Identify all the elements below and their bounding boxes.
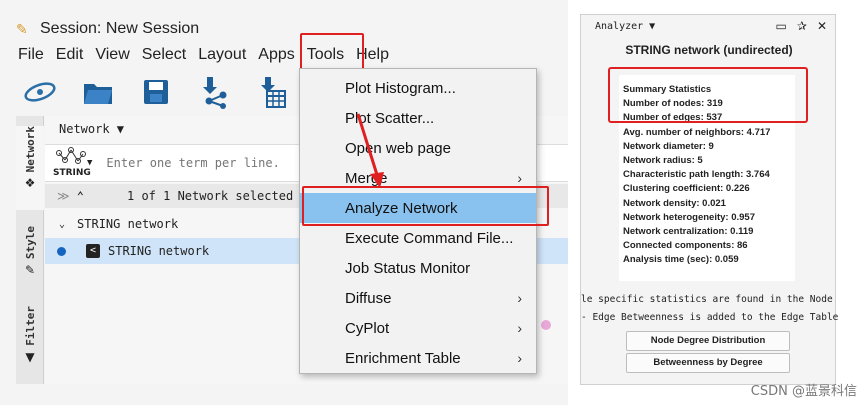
menu-item-label: Execute Command File...: [345, 229, 514, 247]
side-tab-strip: Network ❖ Style ✎ Filter ▼: [16, 116, 44, 384]
network-panel-header[interactable]: Network ▼: [59, 122, 124, 136]
network-label: STRING network: [108, 244, 210, 258]
menu-select[interactable]: Select: [136, 44, 192, 68]
watermark: CSDN @蓝景科信: [750, 384, 857, 399]
menu-bar: File Edit View Select Layout Apps Tools …: [0, 33, 568, 76]
tab-filter-label: Filter: [23, 306, 37, 346]
analyzer-header[interactable]: Analyzer ▼: [595, 21, 655, 32]
chevron-right-icon: ›: [517, 320, 522, 336]
tab-style-label: Style: [23, 226, 37, 260]
app-logo-icon: ✎: [16, 21, 28, 37]
string-logo-icon[interactable]: STRING: [51, 147, 91, 179]
close-icon[interactable]: ✕: [817, 19, 827, 33]
current-network-dot: [57, 246, 66, 256]
menu-item-label: Enrichment Table: [345, 349, 461, 367]
menu-file[interactable]: File: [0, 44, 50, 68]
filter-icon: ▼: [25, 349, 35, 364]
open-folder-icon[interactable]: [80, 74, 116, 110]
maximize-icon[interactable]: ▭: [776, 19, 787, 33]
chevron-right-icon: ›: [517, 290, 522, 306]
stat-analysis-time: Analysis time (sec): 0.059: [623, 254, 739, 266]
node-degree-distribution-button[interactable]: Node Degree Distribution: [626, 331, 790, 351]
network-logo-icon[interactable]: [22, 74, 58, 110]
stat-path-length: Characteristic path length: 3.764: [623, 169, 770, 181]
collapse-expand-icon[interactable]: ≫ ⌃: [57, 189, 127, 203]
menu-item-job-status-monitor[interactable]: Job Status Monitor: [300, 253, 536, 283]
collection-label: STRING network: [77, 217, 179, 231]
save-icon[interactable]: [138, 74, 174, 110]
menu-layout[interactable]: Layout: [192, 44, 252, 68]
analyzer-title: STRING network (undirected): [625, 43, 793, 57]
menu-tools[interactable]: Tools: [299, 33, 365, 76]
stat-clustering: Clustering coefficient: 0.226: [623, 183, 750, 195]
stat-components: Connected components: 86: [623, 240, 748, 252]
menu-item-enrichment-table[interactable]: Enrichment Table ›: [300, 343, 536, 373]
share-icon: <: [86, 244, 100, 258]
node-bubble: [541, 320, 551, 330]
stat-radius: Network radius: 5: [623, 155, 703, 167]
menu-item-label: Diffuse: [345, 289, 392, 307]
stat-density: Network density: 0.021: [623, 197, 726, 209]
string-logo-text: STRING: [53, 168, 91, 178]
selection-status: 1 of 1 Network selected: [127, 189, 294, 203]
annotation-summary-box: [608, 67, 808, 123]
menu-edit[interactable]: Edit: [50, 44, 90, 68]
note-edge-table: - Edge Betweenness is added to the Edge …: [581, 312, 839, 323]
stat-diameter: Network diameter: 9: [623, 140, 714, 152]
chevron-right-icon: ›: [517, 170, 522, 186]
menu-item-cyplot[interactable]: CyPlot ›: [300, 313, 536, 343]
search-input[interactable]: [106, 156, 327, 170]
menu-item-plot-scatter[interactable]: Plot Scatter...: [300, 103, 536, 133]
pin-icon[interactable]: ✰: [797, 19, 807, 33]
menu-item-open-web-page[interactable]: Open web page: [300, 133, 536, 163]
logo-dropdown-icon[interactable]: ▼: [87, 158, 92, 168]
menu-item-label: Job Status Monitor: [345, 259, 471, 277]
menu-item-label: CyPlot: [345, 319, 390, 337]
annotation-highlight-box: [302, 186, 549, 226]
menu-view[interactable]: View: [89, 44, 135, 68]
annotation-arrow: [356, 113, 384, 188]
note-node-table: le specific statistics are found in the …: [581, 294, 833, 305]
menu-item-label: Plot Histogram...: [345, 79, 456, 97]
stat-heterogeneity: Network heterogeneity: 0.957: [623, 211, 755, 223]
title-bar: ✎ Session: New Session: [0, 14, 568, 44]
import-network-icon[interactable]: [196, 74, 232, 110]
analyzer-panel: Analyzer ▼ ▭ ✰ ✕ STRING network (undirec…: [580, 14, 839, 385]
chevron-right-icon: ›: [517, 350, 522, 366]
network-share-icon: ❖: [24, 176, 36, 191]
menu-apps[interactable]: Apps: [252, 44, 300, 68]
tab-network-label: Network: [23, 126, 37, 173]
tab-style[interactable]: Style ✎: [16, 226, 44, 277]
brush-icon: ✎: [24, 263, 36, 278]
window-title: Session: New Session: [40, 20, 200, 37]
import-table-icon[interactable]: [254, 74, 290, 110]
tab-filter[interactable]: Filter ▼: [16, 306, 44, 364]
stat-centralization: Network centralization: 0.119: [623, 226, 754, 238]
menu-item-plot-histogram[interactable]: Plot Histogram...: [300, 73, 536, 103]
chevron-down-icon[interactable]: ⌄: [59, 219, 65, 230]
menu-item-execute-command-file[interactable]: Execute Command File...: [300, 223, 536, 253]
betweenness-by-degree-button[interactable]: Betweenness by Degree: [626, 353, 790, 373]
stat-avg-neighbors: Avg. number of neighbors: 4.717: [623, 126, 771, 138]
panel-window-controls: ▭ ✰ ✕: [776, 19, 827, 33]
tab-network[interactable]: Network ❖: [16, 126, 44, 210]
menu-item-diffuse[interactable]: Diffuse ›: [300, 283, 536, 313]
